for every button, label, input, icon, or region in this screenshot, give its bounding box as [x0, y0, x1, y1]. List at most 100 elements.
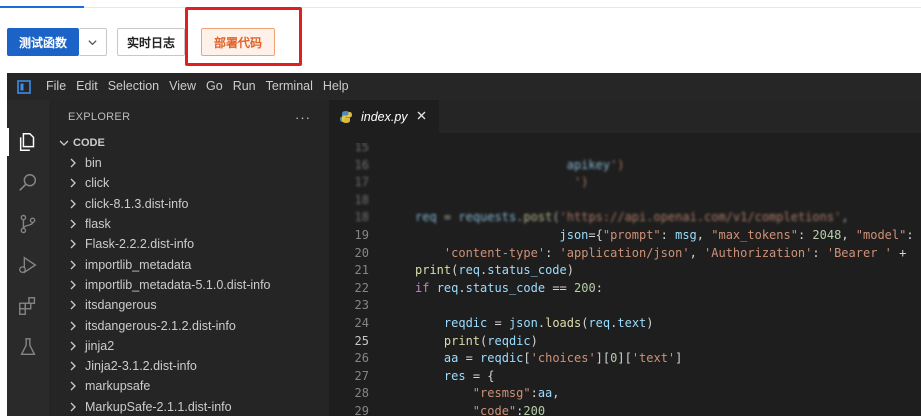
- code-line: '): [573, 175, 589, 190]
- line-number: 24: [354, 316, 369, 330]
- tree-item-label: importlib_metadata: [85, 257, 192, 272]
- tree-item[interactable]: jinja2: [49, 336, 329, 356]
- line-number: 21: [354, 263, 369, 278]
- run-debug-icon[interactable]: [7, 245, 49, 285]
- tree-item[interactable]: click-8.1.3.dist-info: [49, 194, 329, 214]
- chevron-right-icon: [70, 219, 76, 229]
- line-number: 15: [354, 143, 369, 154]
- tree-item-label: MarkupSafe-2.1.1.dist-info: [85, 399, 232, 414]
- menu-help[interactable]: Help: [318, 73, 354, 100]
- explorer-more-actions-button[interactable]: ···: [295, 110, 311, 125]
- line-number: 22: [354, 280, 369, 295]
- chevron-right-icon: [70, 158, 76, 168]
- tree-item-label: itsdangerous: [85, 298, 157, 313]
- chevron-right-icon: [70, 239, 76, 249]
- code-line: aa = reqdic['choices'][0]['text']: [443, 351, 683, 366]
- tree-item[interactable]: itsdangerous: [49, 295, 329, 315]
- line-number: 29: [354, 404, 369, 416]
- close-icon[interactable]: [415, 109, 428, 122]
- explorer-icon[interactable]: [7, 122, 49, 162]
- chevron-down-icon: [59, 140, 69, 146]
- python-file-icon: [340, 110, 352, 123]
- chevron-right-icon: [70, 321, 76, 330]
- tree-item-label: Flask-2.2.2.dist-info: [85, 237, 195, 252]
- menu-go[interactable]: Go: [201, 73, 228, 100]
- tree-item-label: bin: [85, 156, 102, 171]
- chevron-down-icon: [88, 39, 97, 45]
- source-control-icon[interactable]: [7, 204, 49, 244]
- tab-index-py[interactable]: index.py: [329, 100, 439, 133]
- vscode-logo-icon: [7, 73, 41, 100]
- line-number: 20: [354, 245, 369, 260]
- tree-item[interactable]: markupsafe: [49, 376, 329, 396]
- test-function-dropdown-button[interactable]: [79, 28, 107, 56]
- menu-selection[interactable]: Selection: [103, 73, 164, 100]
- folder-section-label: CODE: [73, 137, 105, 149]
- annotation-highlight-box: [185, 7, 302, 66]
- tree-item-label: click: [85, 176, 110, 191]
- code-line: "resmsg":aa,: [472, 386, 560, 401]
- code-line: json={"prompt": msg, "max_tokens": 2048,…: [559, 228, 921, 242]
- menu-view[interactable]: View: [164, 73, 201, 100]
- tab-label: index.py: [361, 109, 408, 124]
- code-line: req = requests.post('https://api.openai.…: [415, 210, 849, 225]
- code-line: 'content-type': 'application/json', 'Aut…: [443, 245, 907, 260]
- tree-item-label: itsdangerous-2.1.2.dist-info: [85, 318, 236, 333]
- search-icon[interactable]: [7, 163, 49, 203]
- testing-flask-icon[interactable]: [7, 327, 49, 367]
- realtime-log-button[interactable]: 实时日志: [117, 28, 185, 56]
- explorer-sidebar: EXPLORER ··· CODE bin click click-8.1.3.di…: [49, 100, 329, 416]
- code-editor[interactable]: 15 16 apikey') 17 ') 18 18 req = requests.pos…: [329, 143, 921, 416]
- tree-item[interactable]: MarkupSafe-2.1.1.dist-info: [49, 397, 329, 416]
- folder-section-code[interactable]: CODE: [49, 133, 329, 153]
- tree-item[interactable]: flask: [49, 214, 329, 234]
- code-line: res = {: [443, 368, 495, 383]
- chevron-right-icon: [70, 341, 76, 351]
- code-line: apikey'): [566, 157, 625, 172]
- tree-item-label: importlib_metadata-5.1.0.dist-info: [85, 277, 271, 292]
- chevron-right-icon: [70, 178, 76, 188]
- line-number: 19: [354, 228, 369, 242]
- chevron-right-icon: [70, 402, 76, 412]
- menu-file[interactable]: File: [41, 73, 71, 100]
- menu-run[interactable]: Run: [228, 73, 261, 100]
- chevron-right-icon: [70, 260, 76, 270]
- line-number: 27: [354, 368, 369, 383]
- editor-tab-bar: index.py: [329, 100, 921, 133]
- chevron-right-icon: [70, 199, 76, 209]
- menu-edit[interactable]: Edit: [71, 73, 103, 100]
- code-line: reqdic = json.loads(req.text): [443, 316, 654, 330]
- explorer-title: EXPLORER: [68, 110, 131, 123]
- menu-terminal[interactable]: Terminal: [261, 73, 318, 100]
- tree-item[interactable]: importlib_metadata: [49, 254, 329, 274]
- test-function-button[interactable]: 测试函数: [7, 28, 79, 56]
- tree-item-label: jinja2: [85, 338, 115, 353]
- code-line: "code":200: [472, 404, 546, 416]
- code-line: if req.status_code == 200:: [415, 280, 603, 295]
- tree-item-label: markupsafe: [85, 379, 151, 394]
- tree-item[interactable]: click: [49, 173, 329, 193]
- code-line: print(reqdic): [443, 333, 538, 348]
- tree-item[interactable]: itsdangerous-2.1.2.dist-info: [49, 315, 329, 335]
- tree-item-label: Jinja2-3.1.2.dist-info: [85, 359, 197, 374]
- tree-item[interactable]: importlib_metadata-5.1.0.dist-info: [49, 275, 329, 295]
- line-number: 18: [354, 192, 369, 207]
- tree-item[interactable]: Jinja2-3.1.2.dist-info: [49, 356, 329, 376]
- extensions-icon[interactable]: [7, 286, 49, 326]
- tree-item[interactable]: bin: [49, 153, 329, 173]
- line-number: 25: [354, 333, 369, 348]
- editor-area: index.py 15 16 apikey') 17 ') 18 18 req = req…: [329, 100, 921, 416]
- line-number: 17: [354, 175, 369, 190]
- file-tree: bin click click-8.1.3.dist-info flask Flask-…: [49, 153, 329, 416]
- tree-item-label: click-8.1.3.dist-info: [85, 196, 189, 211]
- active-tab-indicator: [0, 6, 84, 8]
- tree-item-label: flask: [85, 217, 111, 232]
- line-number: 23: [354, 298, 369, 313]
- line-number: 26: [354, 351, 369, 366]
- menu-bar: File Edit Selection View Go Run Terminal…: [7, 73, 921, 100]
- explorer-header: EXPLORER ···: [49, 100, 329, 133]
- line-number: 28: [354, 386, 369, 401]
- tree-item[interactable]: Flask-2.2.2.dist-info: [49, 234, 329, 254]
- top-tab-bar: [0, 0, 921, 8]
- chevron-right-icon: [70, 300, 76, 310]
